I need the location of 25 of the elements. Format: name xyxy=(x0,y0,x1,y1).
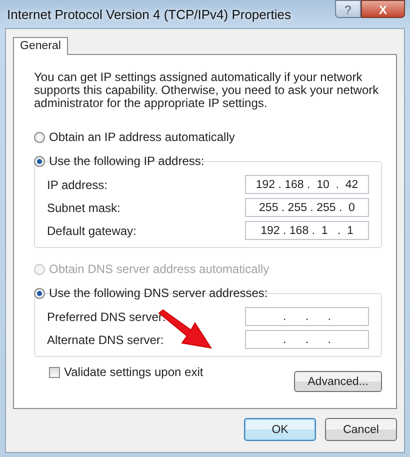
window-title: Internet Protocol Version 4 (TCP/IPv4) Properties xyxy=(6,6,291,22)
advanced-button[interactable]: Advanced... xyxy=(294,371,382,392)
radio-label[interactable]: Obtain an IP address automatically xyxy=(49,130,235,144)
tab[interactable]: General xyxy=(13,37,68,55)
field-label: Default gateway: xyxy=(47,224,136,238)
field-label: Subnet mask: xyxy=(47,200,120,214)
radio-button[interactable] xyxy=(34,156,45,166)
radio-label[interactable]: Use the following DNS server addresses: xyxy=(49,286,268,300)
checkbox[interactable] xyxy=(49,366,60,378)
ip-address-field[interactable]: 255 . 255 . 255 . 0 xyxy=(245,198,369,217)
ip-address-field[interactable]: 192 . 168 . 10 . 42 xyxy=(245,175,369,194)
intro-text: You can get IP settings assigned automatically if your network supports this capability. Otherwise, you need to ask your network administrator for the appropriate IP settings. xyxy=(34,71,380,110)
field-label: Preferred DNS server: xyxy=(47,310,166,324)
dialog-button[interactable]: OK xyxy=(244,418,316,441)
help-button[interactable]: ? xyxy=(335,0,361,18)
ip-address-field[interactable]: . . . xyxy=(245,307,369,326)
radio-button[interactable] xyxy=(34,288,45,298)
ip-address-field[interactable]: 192 . 168 . 1 . 1 xyxy=(245,221,369,240)
radio-button[interactable] xyxy=(34,132,45,142)
ip-address-field[interactable]: . . . xyxy=(245,330,369,349)
radio-label[interactable]: Use the following IP address: xyxy=(49,154,204,168)
checkbox-label[interactable]: Validate settings upon exit xyxy=(64,365,204,379)
dialog-button[interactable]: Cancel xyxy=(325,418,397,441)
field-label: Alternate DNS server: xyxy=(47,332,164,346)
field-label: IP address: xyxy=(47,178,108,192)
